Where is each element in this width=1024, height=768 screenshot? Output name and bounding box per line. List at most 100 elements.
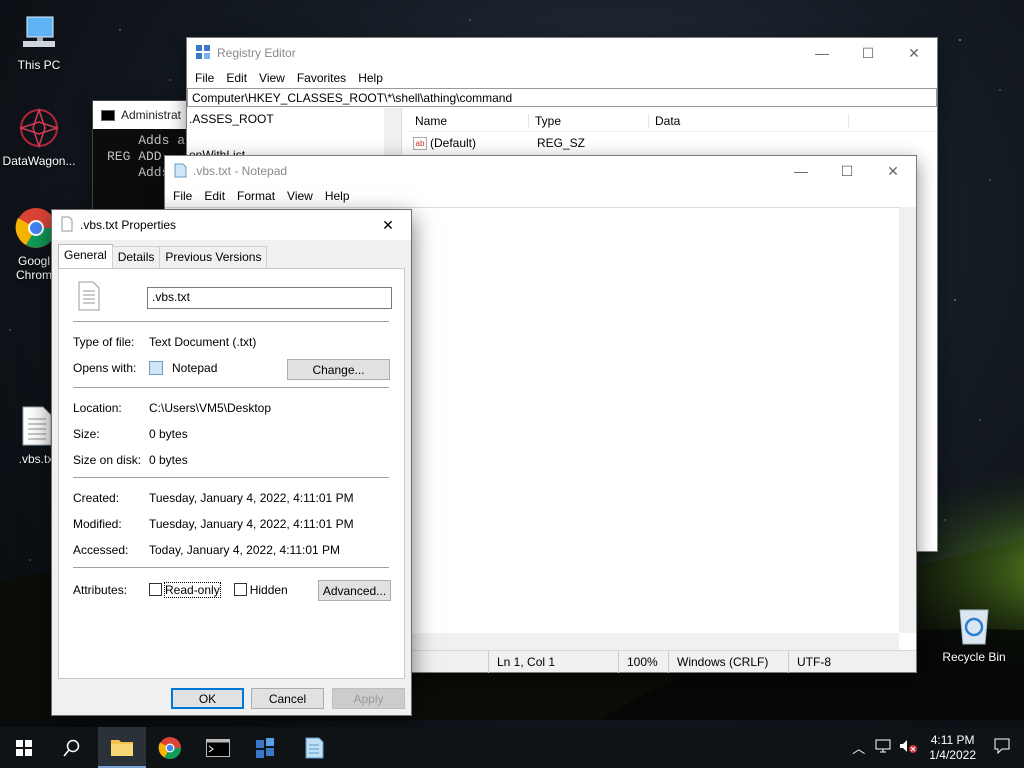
taskbar-file-explorer[interactable] — [98, 727, 146, 768]
type-label: Type of file: — [73, 335, 135, 349]
hidden-checkbox[interactable]: Hidden — [233, 583, 288, 597]
close-button[interactable]: ✕ — [365, 210, 411, 240]
taskbar-registry-editor[interactable] — [242, 727, 290, 768]
tab-previous-versions[interactable]: Previous Versions — [159, 246, 268, 268]
cancel-button[interactable]: Cancel — [251, 688, 324, 709]
location-label: Location: — [73, 401, 122, 415]
menu-format[interactable]: Format — [231, 189, 281, 203]
network-icon[interactable] — [871, 739, 895, 756]
status-line-ending: Windows (CRLF) — [668, 650, 788, 673]
created-row: Created: Tuesday, January 4, 2022, 4:11:0… — [73, 491, 354, 505]
regedit-menubar: File Edit View Favorites Help — [187, 68, 937, 88]
menu-view[interactable]: View — [253, 71, 291, 85]
opens-with-label: Opens with: — [73, 361, 137, 375]
regedit-title: Registry Editor — [217, 46, 296, 60]
file-properties-dialog[interactable]: .vbs.txt Properties ✕ General Details Pr… — [51, 209, 412, 716]
checkbox-box[interactable] — [149, 583, 162, 596]
modified-label: Modified: — [73, 517, 122, 531]
minimize-button[interactable]: — — [778, 156, 824, 186]
menu-favorites[interactable]: Favorites — [291, 71, 352, 85]
desktop-icon-datawagon[interactable]: DataWagon... — [1, 106, 77, 168]
menu-view[interactable]: View — [281, 189, 319, 203]
chevron-up-icon[interactable]: ︿ — [846, 738, 871, 757]
text-file-icon — [77, 281, 101, 314]
attributes-label: Attributes: — [73, 583, 128, 597]
tab-general[interactable]: General — [58, 244, 113, 268]
vertical-scrollbar[interactable] — [899, 207, 916, 633]
accessed-value: Today, January 4, 2022, 4:11:01 PM — [149, 543, 341, 557]
checkbox-box[interactable] — [233, 583, 247, 596]
type-row: Type of file: Text Document (.txt) — [73, 335, 256, 349]
change-button[interactable]: Change... — [287, 359, 390, 380]
divider — [73, 567, 389, 568]
close-button[interactable]: ✕ — [870, 156, 916, 186]
properties-title: .vbs.txt Properties — [80, 218, 177, 232]
size-on-disk-row: Size on disk: 0 bytes — [73, 453, 188, 467]
size-value: 0 bytes — [149, 427, 188, 441]
readonly-checkbox[interactable]: Read-only — [149, 582, 221, 598]
start-icon — [16, 739, 32, 756]
menu-help[interactable]: Help — [352, 71, 389, 85]
notifications-icon[interactable] — [984, 738, 1024, 757]
file-explorer-icon — [111, 739, 133, 756]
menu-file[interactable]: File — [189, 71, 220, 85]
registry-editor-icon — [256, 737, 274, 758]
table-row[interactable]: ab (Default) REG_SZ — [409, 132, 937, 154]
size-on-disk-label: Size on disk: — [73, 453, 142, 467]
taskbar-chrome[interactable] — [146, 727, 194, 768]
apply-button[interactable]: Apply — [332, 688, 405, 709]
column-data[interactable]: Data — [649, 113, 849, 128]
desktop-icon-label: This PC — [17, 58, 61, 72]
regedit-titlebar[interactable]: Registry Editor — ☐ ✕ — [187, 38, 937, 68]
taskbar-command-prompt[interactable] — [194, 727, 242, 768]
desktop-icon-this-pc[interactable]: This PC — [1, 10, 77, 72]
notepad-titlebar[interactable]: .vbs.txt - Notepad — ☐ ✕ — [165, 156, 916, 186]
general-tab-panel: .vbs.txt Type of file: Text Document (.tx… — [58, 268, 405, 679]
registry-values-list[interactable]: Name Type Data ab (Default) REG_SZ — [409, 110, 937, 154]
accessed-row: Accessed: Today, January 4, 2022, 4:11:01… — [73, 543, 340, 557]
clock[interactable]: 4:11 PM 1/4/2022 — [921, 733, 984, 763]
notepad-icon — [173, 162, 187, 181]
start-button[interactable] — [0, 727, 48, 768]
ok-button[interactable]: OK — [171, 688, 244, 709]
modified-row: Modified: Tuesday, January 4, 2022, 4:11:… — [73, 517, 354, 531]
advanced-button[interactable]: Advanced... — [318, 580, 391, 601]
divider — [73, 477, 389, 478]
status-zoom: 100% — [618, 650, 668, 673]
menu-edit[interactable]: Edit — [220, 71, 253, 85]
volume-muted-icon[interactable] — [895, 739, 921, 756]
minimize-button[interactable]: — — [799, 38, 845, 68]
status-position: Ln 1, Col 1 — [488, 650, 618, 673]
size-on-disk-value: 0 bytes — [149, 453, 188, 467]
menu-file[interactable]: File — [167, 189, 198, 203]
notepad-icon — [305, 737, 324, 758]
maximize-button[interactable]: ☐ — [824, 156, 870, 186]
hidden-label[interactable]: Hidden — [250, 583, 288, 597]
column-type[interactable]: Type — [529, 113, 649, 128]
status-encoding: UTF-8 — [788, 650, 898, 673]
value-name: (Default) — [430, 136, 477, 150]
column-name[interactable]: Name — [409, 113, 529, 128]
tree-item[interactable]: .ASSES_ROOT — [189, 112, 399, 130]
taskbar-notepad[interactable] — [290, 727, 338, 768]
desktop-icon-recycle-bin[interactable]: Recycle Bin — [936, 602, 1012, 664]
text-file-icon — [60, 216, 74, 235]
registry-address-bar[interactable]: Computer\HKEY_CLASSES_ROOT\*\shell\athin… — [187, 88, 937, 107]
menu-edit[interactable]: Edit — [198, 189, 231, 203]
desktop-icon-label: Recycle Bin — [942, 650, 1006, 664]
chrome-icon — [158, 736, 181, 759]
search-button[interactable] — [48, 727, 96, 768]
properties-tabs: General Details Previous Versions — [58, 244, 268, 268]
accessed-label: Accessed: — [73, 543, 129, 557]
attributes-row: Attributes: Read-only Hidden — [73, 582, 288, 598]
properties-titlebar[interactable]: .vbs.txt Properties ✕ — [52, 210, 411, 240]
datawagon-icon — [17, 106, 61, 150]
menu-help[interactable]: Help — [319, 189, 356, 203]
maximize-button[interactable]: ☐ — [845, 38, 891, 68]
notepad-menubar: File Edit Format View Help — [165, 186, 916, 206]
close-button[interactable]: ✕ — [891, 38, 937, 68]
tab-details[interactable]: Details — [111, 246, 161, 268]
filename-field[interactable]: .vbs.txt — [147, 287, 392, 309]
readonly-label[interactable]: Read-only — [164, 582, 221, 598]
clock-date: 1/4/2022 — [929, 747, 976, 762]
